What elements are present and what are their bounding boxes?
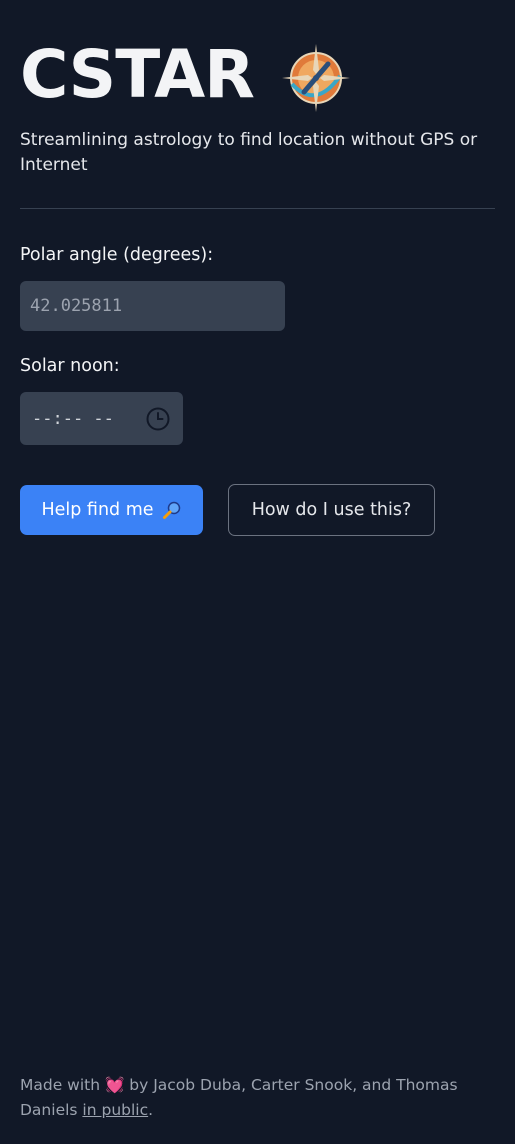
in-public-link[interactable]: in public — [82, 1101, 148, 1119]
compass-icon — [282, 44, 350, 112]
made-with-text: Made with — [20, 1076, 101, 1094]
clock-icon[interactable] — [145, 406, 171, 432]
magnifier-icon — [162, 501, 180, 519]
how-to-use-button[interactable]: How do I use this? — [228, 484, 435, 536]
divider — [20, 208, 495, 209]
polar-angle-input[interactable]: 42.025811 — [20, 281, 285, 331]
footer-period: . — [148, 1101, 154, 1119]
app-page: CSTAR Streamlining astrology to find loc… — [0, 0, 515, 1144]
polar-angle-label: Polar angle (degrees): — [20, 245, 214, 265]
solar-noon-label: Solar noon: — [20, 356, 120, 376]
solar-noon-value: --:-- -- — [32, 408, 114, 429]
solar-noon-input[interactable]: --:-- -- — [20, 392, 183, 445]
polar-angle-placeholder: 42.025811 — [30, 296, 123, 316]
action-buttons: Help find me How do I use this? — [20, 484, 495, 536]
help-find-me-label: Help find me — [41, 500, 154, 520]
how-to-use-label: How do I use this? — [251, 500, 412, 520]
header: CSTAR — [20, 0, 495, 116]
help-find-me-button[interactable]: Help find me — [20, 485, 203, 535]
heart-icon: 💓 — [105, 1076, 125, 1094]
app-subtitle: Streamlining astrology to find location … — [20, 130, 478, 175]
footer: Made with 💓 by Jacob Duba, Carter Snook,… — [20, 1073, 480, 1123]
app-title: CSTAR — [20, 36, 255, 113]
